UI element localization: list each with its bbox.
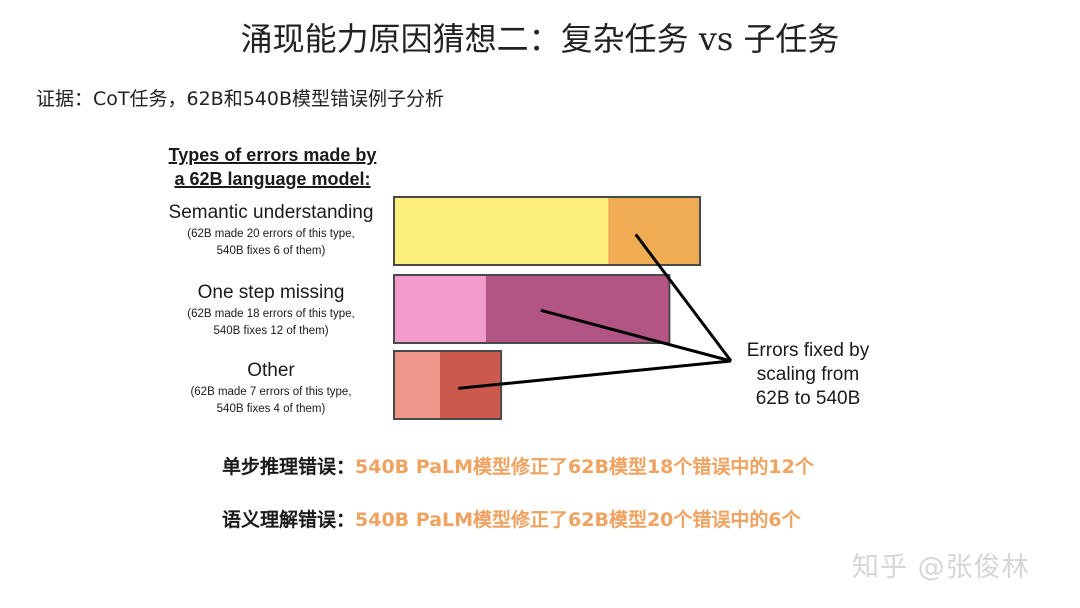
conclusion-single-step: 单步推理错误：540B PaLM模型修正了62B模型18个错误中的12个 <box>222 452 814 479</box>
conclusion-semantic: 语义理解错误：540B PaLM模型修正了62B模型20个错误中的6个 <box>222 505 801 532</box>
conclusion-value: 540B PaLM模型修正了62B模型18个错误中的12个 <box>355 456 814 478</box>
bar-fixed-one-step <box>485 275 670 343</box>
bar-unfixed-semantic <box>394 197 609 265</box>
bar-unfixed-one-step <box>394 275 486 343</box>
bar-unfixed-other <box>394 351 440 419</box>
conclusion-label: 单步推理错误： <box>222 456 356 478</box>
annotation-line-3: 62B to 540B <box>756 388 861 409</box>
bars-group <box>393 196 701 420</box>
conclusion-label: 语义理解错误： <box>222 509 356 531</box>
conclusion-value: 540B PaLM模型修正了62B模型20个错误中的6个 <box>355 509 801 531</box>
watermark: 知乎 @张俊林 <box>852 552 1030 583</box>
annotation-line-1: Errors fixed by <box>747 340 870 361</box>
annotation-line-2: scaling from <box>757 364 859 385</box>
bar-fixed-semantic <box>608 197 700 265</box>
